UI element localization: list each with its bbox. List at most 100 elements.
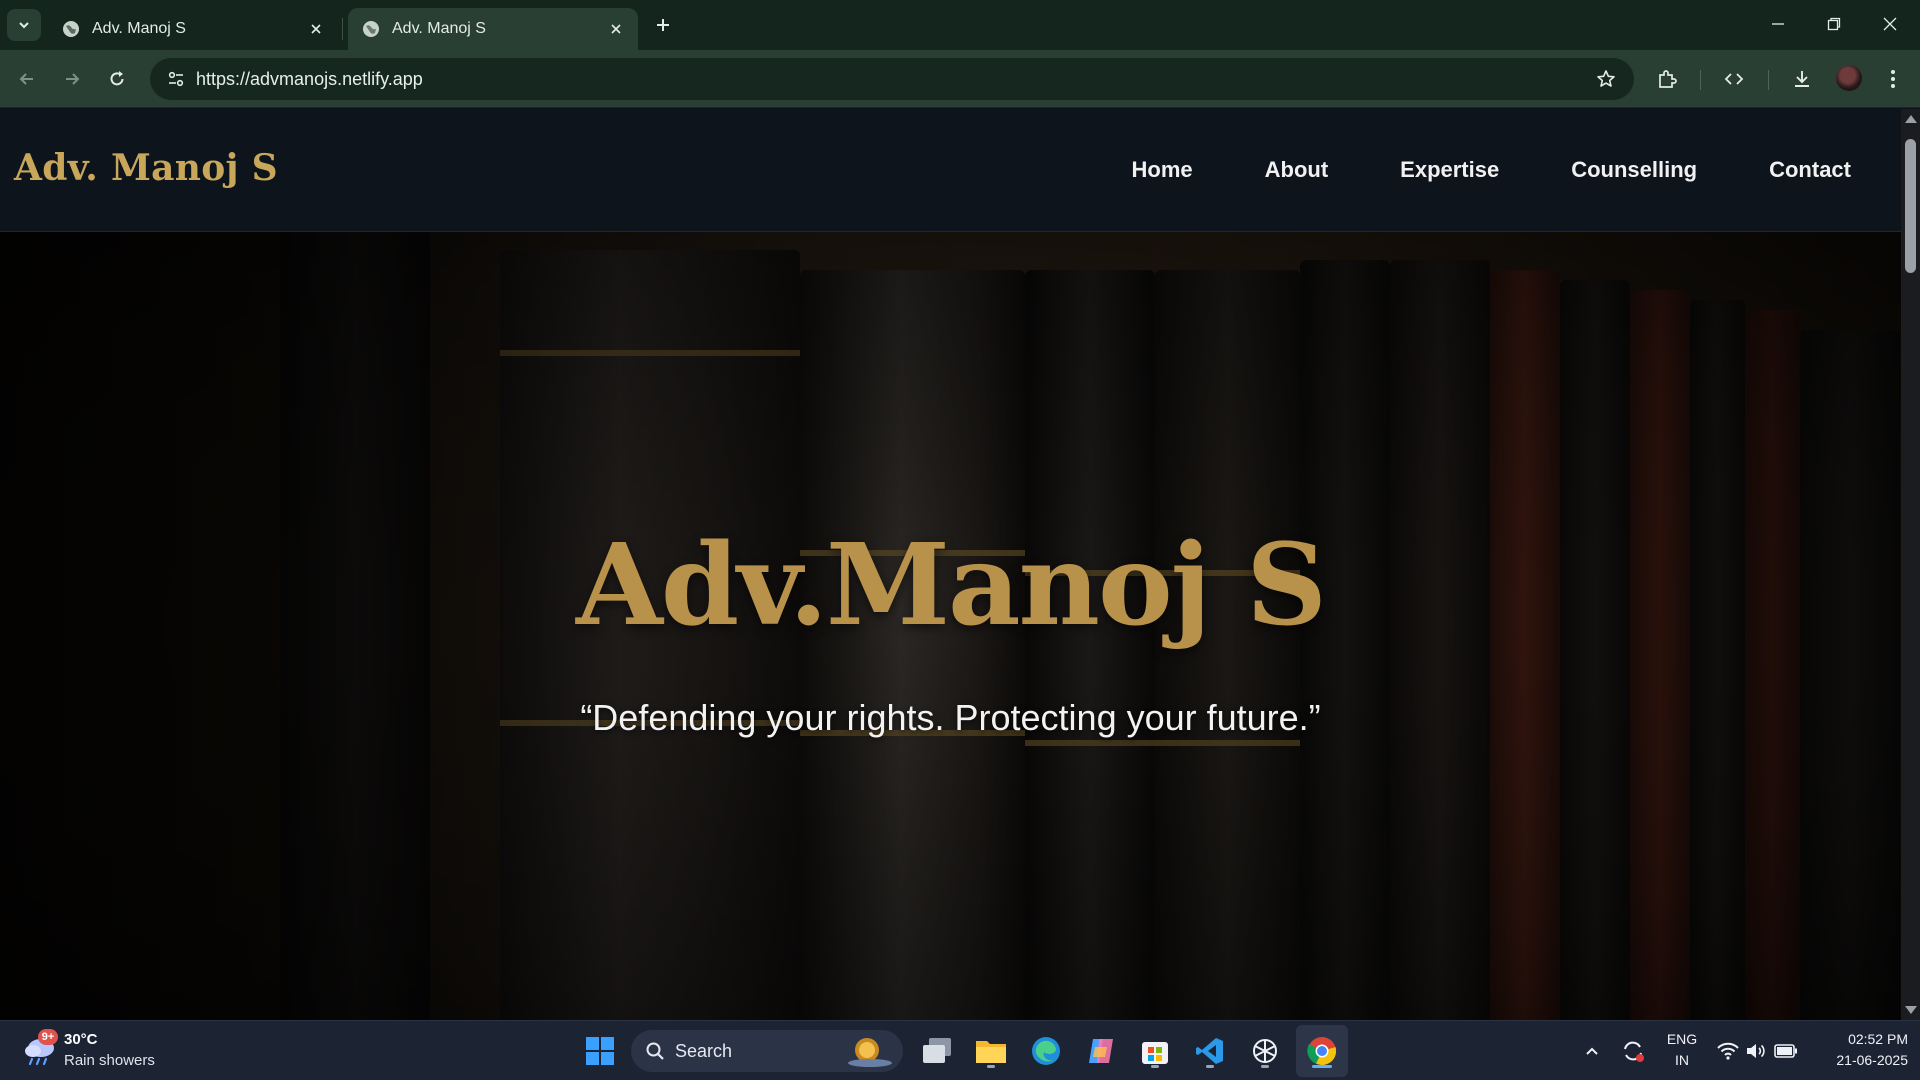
globe-icon [63,21,79,37]
clock-date[interactable]: 21-06-2025 [1812,1052,1908,1068]
chevron-down-icon [19,22,29,29]
battery-icon [1774,1044,1797,1058]
close-icon[interactable] [606,19,626,39]
taskbar-app-vscode[interactable] [1190,1031,1230,1071]
back-button[interactable] [10,62,44,96]
profile-avatar[interactable] [1836,65,1862,91]
restore-button[interactable] [1814,8,1854,40]
reload-button[interactable] [100,62,134,96]
tab-title: Adv. Manoj S [392,20,486,37]
windows-taskbar: 9+ 30°C Rain showers Search ENG IN 02:52… [0,1020,1920,1080]
page-viewport: Adv. Manoj S Home About Expertise Counse… [0,109,1901,1020]
active-indicator [1312,1065,1332,1068]
running-indicator [1206,1065,1214,1068]
taskbar-search[interactable]: Search [631,1030,903,1072]
plus-icon [657,19,669,31]
taskbar-app-task-view[interactable] [917,1031,957,1071]
vscode-icon [1196,1038,1223,1064]
language-region: IN [1675,1052,1689,1068]
minimize-icon [1772,23,1784,25]
running-indicator [1151,1065,1159,1068]
restore-icon [1827,17,1841,31]
clock-time[interactable]: 02:52 PM [1812,1031,1908,1047]
taskbar-app-edge[interactable] [1026,1031,1066,1071]
devtools-button[interactable] [1717,62,1751,96]
scroll-up-arrow-icon[interactable] [1905,115,1917,123]
start-button[interactable] [580,1031,620,1071]
address-bar[interactable]: https://advmanojs.netlify.app [150,58,1634,100]
taskbar-app-file-explorer[interactable] [971,1031,1011,1071]
scrollbar-thumb[interactable] [1905,139,1916,273]
close-window-button[interactable] [1870,8,1910,40]
puzzle-icon [1659,70,1677,88]
nav-home[interactable]: Home [1132,157,1193,183]
hero-section: Adv.Manoj S “Defending your rights. Prot… [0,232,1901,1020]
nav-expertise[interactable]: Expertise [1400,157,1499,183]
site-info-button[interactable] [160,63,192,95]
browser-menu-button[interactable] [1876,62,1910,96]
url-text[interactable]: https://advmanojs.netlify.app [196,69,423,90]
tab-title: Adv. Manoj S [92,20,186,37]
site-header: Adv. Manoj S Home About Expertise Counse… [0,109,1901,232]
code-icon [1724,73,1744,85]
downloads-button[interactable] [1785,62,1819,96]
chatgpt-icon [1253,1039,1277,1063]
globe-icon [363,21,379,37]
taskbar-app-chrome[interactable] [1302,1031,1342,1071]
running-indicator [987,1065,995,1068]
taskbar-app-copilot[interactable] [1081,1031,1121,1071]
arrow-left-icon [19,73,33,85]
taskbar-app-chatgpt[interactable] [1245,1031,1285,1071]
close-icon[interactable] [306,19,326,39]
battery-button[interactable] [1766,1031,1806,1071]
copilot-icon [1089,1039,1113,1063]
hero-title: Adv.Manoj S [575,520,1327,651]
task-view-icon [923,1038,951,1063]
new-tab-button[interactable] [650,12,676,38]
toolbar-divider [1700,70,1701,90]
kebab-menu-icon [1891,70,1895,88]
extensions-button[interactable] [1650,62,1684,96]
edge-icon [1032,1037,1060,1065]
sync-status-button[interactable] [1613,1031,1653,1071]
browser-tab-strip: Adv. Manoj S Adv. Manoj S [0,0,1920,50]
nav-about[interactable]: About [1265,157,1329,183]
language-indicator[interactable]: ENG [1660,1031,1704,1047]
bookmark-star-button[interactable] [1594,67,1618,91]
browser-toolbar: https://advmanojs.netlify.app [0,50,1920,108]
reload-icon [110,71,124,86]
windows-start-icon [586,1037,614,1065]
star-icon [1597,70,1615,87]
scroll-down-arrow-icon[interactable] [1905,1006,1917,1014]
store-icon [1142,1042,1168,1064]
browser-tab[interactable]: Adv. Manoj S [48,8,338,50]
hero-tagline: “Defending your rights. Protecting your … [580,697,1321,738]
tab-search-button[interactable] [7,9,41,41]
search-icon [646,1042,664,1060]
tune-icon [168,71,184,87]
close-icon [1883,17,1897,31]
notification-badge: 9+ [38,1029,58,1045]
browser-tab-active[interactable]: Adv. Manoj S [348,8,638,50]
running-indicator [1261,1065,1269,1068]
weather-description: Rain showers [64,1052,155,1069]
taskbar-app-store[interactable] [1135,1031,1175,1071]
volume-icon [1747,1044,1765,1058]
search-placeholder: Search [675,1041,733,1061]
tab-separator [342,18,343,40]
nav-counselling[interactable]: Counselling [1571,157,1697,183]
site-brand-logo[interactable]: Adv. Manoj S [14,147,278,189]
forward-button[interactable] [55,62,89,96]
file-explorer-icon [976,1041,1006,1063]
arrow-right-icon [66,73,80,85]
page-scrollbar[interactable] [1901,109,1920,1020]
sync-icon [1624,1041,1644,1062]
main-nav: Home About Expertise Counselling Contact [1060,157,1852,183]
search-highlight-icon [848,1038,892,1067]
minimize-button[interactable] [1758,8,1798,40]
download-icon [1795,71,1809,87]
chevron-up-icon [1586,1047,1598,1055]
nav-contact[interactable]: Contact [1769,157,1851,183]
chrome-icon [1307,1037,1337,1065]
show-hidden-icons-button[interactable] [1572,1031,1612,1071]
